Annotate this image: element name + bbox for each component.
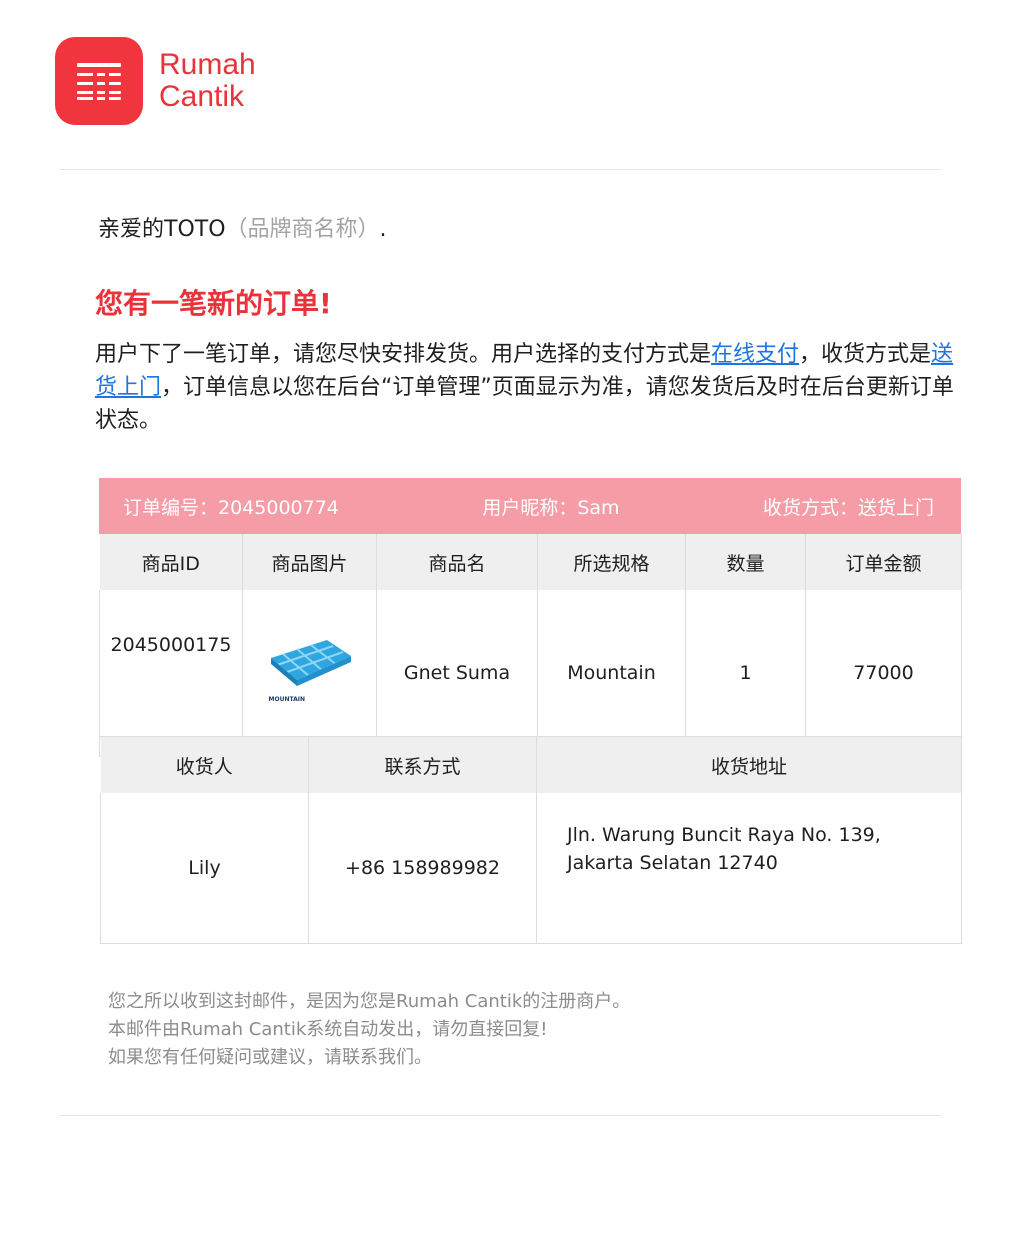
bottom-divider <box>60 1115 942 1116</box>
column-header: 商品ID <box>99 534 243 590</box>
contact-phone: +86 158989982 <box>308 793 537 944</box>
message-part1: 用户下了一笔订单，请您尽快安排发货。用户选择的支付方式是 <box>95 342 712 367</box>
rumah-cantik-logo-icon <box>55 37 143 125</box>
table-header-row: 收货人 联系方式 收货地址 <box>100 737 962 793</box>
shipping-address: Jln. Warung Buncit Raya No. 139, Jakarta… <box>536 793 962 944</box>
address-line1: Jln. Warung Buncit Raya No. 139, <box>567 824 881 846</box>
column-header: 收货人 <box>100 737 309 793</box>
brand-logo[interactable]: Rumah Cantik <box>55 37 256 125</box>
column-header: 所选规格 <box>537 534 686 590</box>
top-divider <box>60 169 942 170</box>
product-id: 2045000175 <box>99 590 243 757</box>
column-header: 商品图片 <box>242 534 377 590</box>
delivery-method: 收货方式：送货上门 <box>762 496 934 519</box>
column-header: 数量 <box>685 534 806 590</box>
column-header: 订单金额 <box>805 534 962 590</box>
product-name: Gnet Suma <box>376 590 538 757</box>
brand-name-line2: Cantik <box>159 80 245 113</box>
greeting-salutation: 亲爱的TOTO <box>98 217 226 242</box>
column-header: 收货地址 <box>536 737 962 793</box>
order-table-box: 订单编号：2045000774 用户昵称：Sam 收货方式：送货上门 商品ID … <box>99 478 962 757</box>
order-amount: 77000 <box>805 590 962 757</box>
greeting-trailing: . <box>379 217 387 242</box>
order-items-table: 商品ID 商品图片 商品名 所选规格 数量 订单金额 2045000175 MO… <box>99 534 962 757</box>
order-summary-bar: 订单编号：2045000774 用户昵称：Sam 收货方式：送货上门 <box>99 478 961 534</box>
product-quantity: 1 <box>685 590 806 757</box>
payment-method-link[interactable]: 在线支付 <box>711 342 799 367</box>
table-header-row: 商品ID 商品图片 商品名 所选规格 数量 订单金额 <box>99 534 962 590</box>
footer-line2: 本邮件由Rumah Cantik系统自动发出，请勿直接回复! <box>108 1019 548 1040</box>
product-image-cell: MOUNTAIN <box>242 590 377 757</box>
user-nickname: 用户昵称：Sam <box>482 496 620 519</box>
footer-line3: 如果您有任何疑问或建议，请联系我们。 <box>108 1047 432 1068</box>
roof-tile-icon <box>270 640 351 686</box>
greeting: 亲爱的TOTO（品牌商名称）. <box>98 214 387 246</box>
shipping-table: 收货人 联系方式 收货地址 Lily +86 158989982 Jln. Wa… <box>100 737 962 944</box>
column-header: 商品名 <box>376 534 538 590</box>
greeting-brand-note: （品牌商名称） <box>225 217 380 242</box>
recipient-name: Lily <box>100 793 309 944</box>
message-part3: ，订单信息以您在后台“订单管理”页面显示为准，请您发货后及时在后台更新订单状态。 <box>95 375 954 433</box>
brand-name-line1: Rumah <box>159 48 256 81</box>
order-number: 订单编号：2045000774 <box>123 496 339 519</box>
message-part2: ，收货方式是 <box>799 342 932 367</box>
column-header: 联系方式 <box>308 737 537 793</box>
order-message: 用户下了一笔订单，请您尽快安排发货。用户选择的支付方式是在线支付，收货方式是送货… <box>95 338 970 437</box>
footer-line1: 您之所以收到这封邮件，是因为您是Rumah Cantik的注册商户。 <box>108 991 631 1012</box>
product-spec: Mountain <box>537 590 686 757</box>
roof-tile-product-image[interactable]: MOUNTAIN <box>267 630 353 716</box>
address-line2: Jakarta Selatan 12740 <box>567 852 778 874</box>
headline: 您有一笔新的订单! <box>95 287 332 320</box>
brand-name: Rumah Cantik <box>159 49 256 113</box>
shipping-table-box: 收货人 联系方式 收货地址 Lily +86 158989982 Jln. Wa… <box>100 736 962 944</box>
table-row: 2045000175 MOUNTAIN Gnet Suma Mountain 1… <box>99 590 962 757</box>
table-row: Lily +86 158989982 Jln. Warung Buncit Ra… <box>100 793 962 944</box>
footer-notice: 您之所以收到这封邮件，是因为您是Rumah Cantik的注册商户。 本邮件由R… <box>108 988 630 1072</box>
product-image-caption: MOUNTAIN <box>268 696 306 703</box>
